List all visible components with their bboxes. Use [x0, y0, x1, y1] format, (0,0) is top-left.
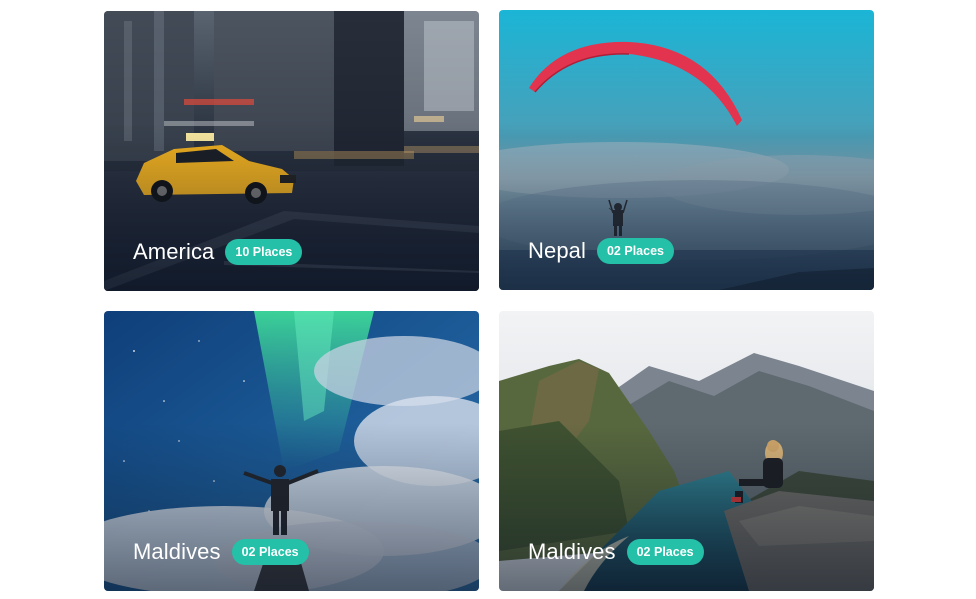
destination-card-america[interactable]: America 10 Places	[104, 11, 479, 291]
places-badge: 10 Places	[225, 238, 303, 265]
destination-name: Maldives	[133, 538, 221, 564]
places-badge: 02 Places	[596, 237, 674, 264]
destination-card-maldives-aurora[interactable]: Maldives 02 Places	[104, 311, 479, 591]
caption-shade	[499, 423, 874, 591]
card-caption: Maldives 02 Places	[528, 538, 704, 565]
card-caption: America 10 Places	[133, 238, 303, 265]
places-badge: 02 Places	[626, 538, 704, 565]
caption-shade	[104, 123, 479, 291]
destination-grid: America 10 Places Nepal 02 Places Maldiv…	[0, 0, 976, 599]
caption-shade	[104, 423, 479, 591]
card-caption: Nepal 02 Places	[528, 237, 674, 264]
destination-name: Maldives	[528, 538, 616, 564]
destination-name: America	[133, 238, 215, 264]
destination-name: Nepal	[528, 237, 586, 263]
places-badge: 02 Places	[231, 538, 309, 565]
caption-shade	[499, 122, 874, 290]
card-caption: Maldives 02 Places	[133, 538, 309, 565]
destination-card-maldives-mountains[interactable]: Maldives 02 Places	[499, 311, 874, 591]
destination-card-nepal[interactable]: Nepal 02 Places	[499, 10, 874, 290]
